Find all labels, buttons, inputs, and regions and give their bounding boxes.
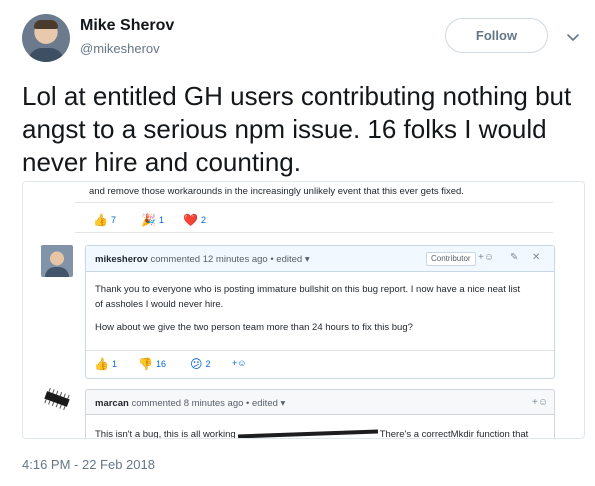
tweet-timestamp[interactable]: 4:16 PM - 22 Feb 2018 [22, 457, 155, 472]
comment-line: This isn't a bug, this is all working The… [95, 429, 529, 439]
avatar-shirt [45, 267, 69, 277]
comment-body: Thank you to everyone who is posting imm… [95, 282, 545, 335]
reaction-count: 16 [155, 359, 166, 369]
add-reaction-button: +☺ [232, 358, 247, 368]
divider [86, 350, 554, 351]
comment-header: marcan commented 8 minutes ago • edited … [85, 389, 555, 415]
comment-time: commented 8 minutes ago • edited ▾ [131, 398, 286, 409]
comment-author: mikesherov [95, 254, 148, 265]
thumbs-down-icon: 👎 [138, 357, 153, 371]
previous-comment-text: and remove those workarounds in the incr… [89, 186, 464, 197]
reaction-count: 2 [200, 215, 206, 225]
confused-face-icon: 😕 [190, 357, 203, 371]
comment-time: commented 12 minutes ago • edited ▾ [150, 254, 310, 265]
reaction-confused: 😕 2 [190, 358, 211, 370]
edit-icon: ✎ [510, 252, 519, 263]
divider [75, 232, 553, 233]
close-icon: ✕ [532, 252, 541, 263]
thumbs-up-icon: 👍 [94, 357, 109, 371]
comment-line: How about we give the two person team mo… [95, 322, 413, 333]
chevron-down-icon[interactable] [566, 30, 580, 44]
comment-card: mikesherov commented 12 minutes ago • ed… [85, 245, 555, 379]
reaction-thumbs-up: 👍 7 [93, 214, 116, 226]
reaction-count: 7 [110, 215, 116, 225]
reaction-thumbs-down: 👎 16 [138, 358, 166, 370]
comment-line: Thank you to everyone who is posting imm… [95, 284, 521, 295]
comment-text-start: This isn't a bug, this is all working [95, 429, 236, 439]
avatar-shirt [28, 48, 64, 62]
embedded-github-screenshot[interactable]: and remove those workarounds in the incr… [22, 181, 585, 439]
comment-meta: marcan commented 8 minutes ago • edited … [95, 398, 285, 409]
party-popper-icon: 🎉 [141, 213, 156, 227]
add-reaction-icon: +☺ [478, 252, 495, 263]
follow-button[interactable]: Follow [445, 18, 548, 53]
avatar-hair [34, 20, 58, 29]
comment-line: of assholes I would never hire. [95, 299, 224, 310]
author-handle[interactable]: @mikesherov [80, 41, 160, 56]
contributor-badge: Contributor [426, 252, 476, 266]
author-display-name[interactable]: Mike Sherov [80, 17, 174, 35]
heart-icon: ❤️ [183, 213, 198, 227]
reaction-heart: ❤️ 2 [183, 214, 206, 226]
commenter-avatar [41, 245, 73, 277]
chip-avatar-icon [44, 387, 70, 411]
strikethrough-scribble [237, 430, 378, 438]
divider [75, 202, 553, 203]
author-avatar[interactable] [22, 14, 70, 62]
comment-body: This isn't a bug, this is all working The… [85, 414, 555, 439]
reaction-count: 2 [205, 359, 211, 369]
tweet-text: Lol at entitled GH users contributing no… [22, 81, 572, 177]
add-reaction-icon: +☺ [532, 397, 549, 408]
comment-text-end: There's a correctMkdir function that [379, 429, 529, 439]
thumbs-up-icon: 👍 [93, 213, 108, 227]
reaction-thumbs-up: 👍 1 [94, 358, 117, 370]
comment-meta: mikesherov commented 12 minutes ago • ed… [95, 254, 310, 265]
reaction-count: 1 [111, 359, 117, 369]
reaction-hooray: 🎉 1 [141, 214, 164, 226]
reaction-count: 1 [158, 215, 164, 225]
comment-header: mikesherov commented 12 minutes ago • ed… [86, 246, 554, 272]
comment-author: marcan [95, 398, 129, 409]
